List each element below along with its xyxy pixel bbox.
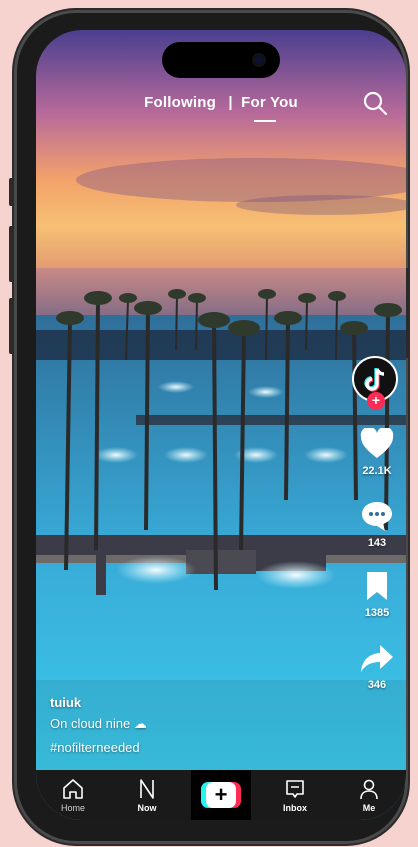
creator-avatar[interactable]: + [352,356,398,410]
home-icon [63,778,83,799]
comment-action[interactable]: 143 [354,500,400,549]
plus-icon: + [206,782,236,808]
nav-now[interactable]: Now [117,778,177,813]
nav-home-label: Home [60,802,85,813]
bottom-nav-bar: Home Now + Inbox Me [36,770,406,820]
creator-username[interactable]: tuiuk [50,695,81,710]
nav-me-label: Me [362,802,376,813]
hashtag-link[interactable]: #nofilterneeded [50,740,140,755]
tab-following[interactable]: Following [144,94,216,111]
front-camera [252,53,266,67]
create-button-area: + [191,770,251,820]
like-count: 22.1K [362,465,392,477]
search-icon[interactable] [362,90,388,116]
comment-icon [362,502,392,531]
save-count: 1385 [364,607,390,619]
profile-icon [360,779,378,799]
volume-down-button [9,298,14,354]
mute-switch [9,178,14,206]
share-count: 346 [367,679,387,691]
dynamic-island [162,42,280,78]
active-tab-indicator [254,120,276,122]
heart-icon [360,426,394,458]
now-icon [140,778,154,799]
share-action[interactable]: 346 [354,642,400,691]
nav-inbox[interactable]: Inbox [265,778,325,813]
volume-up-button [9,226,14,282]
follow-button[interactable]: + [367,392,385,410]
video-caption: On cloud nine ☁ [50,716,147,731]
bookmark-icon [367,572,387,600]
video-feed[interactable] [36,30,406,820]
phone-screen: Following | For You + 22.1K 143 1385 346… [36,30,406,820]
nav-home[interactable]: Home [43,778,103,813]
tab-for-you[interactable]: For You [241,94,298,111]
save-action[interactable]: 1385 [354,570,400,619]
nav-now-label: Now [137,802,157,813]
nav-inbox-label: Inbox [283,802,307,813]
tab-separator: | [228,94,233,111]
feed-tabs: Following | For You [36,94,406,111]
share-arrow-icon [361,645,393,672]
nav-me[interactable]: Me [339,778,399,813]
create-button[interactable]: + [201,782,241,808]
comment-count: 143 [367,537,387,549]
like-action[interactable]: 22.1K [354,426,400,477]
inbox-icon [286,779,304,798]
